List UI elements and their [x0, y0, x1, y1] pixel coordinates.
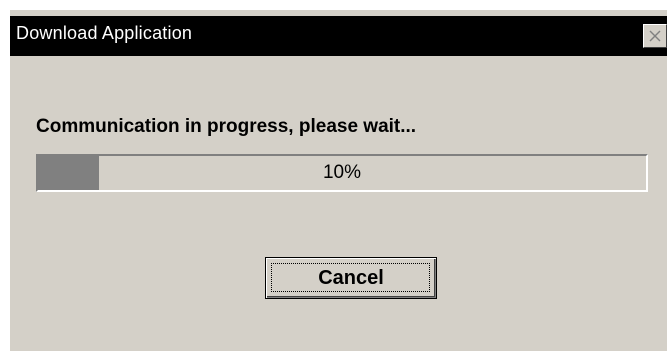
close-button[interactable] — [643, 24, 667, 48]
progress-percent-label: 10% — [322, 162, 362, 183]
close-icon — [649, 30, 661, 42]
status-message: Communication in progress, please wait..… — [36, 116, 417, 137]
cancel-button[interactable]: Cancel — [265, 257, 437, 299]
window-title: Download Application — [16, 23, 193, 43]
download-dialog: Download Application Communication in pr… — [8, 8, 667, 351]
progress-bar: 10% — [36, 154, 648, 192]
cancel-button-label: Cancel — [318, 267, 384, 289]
title-bar[interactable]: Download Application — [10, 16, 667, 56]
